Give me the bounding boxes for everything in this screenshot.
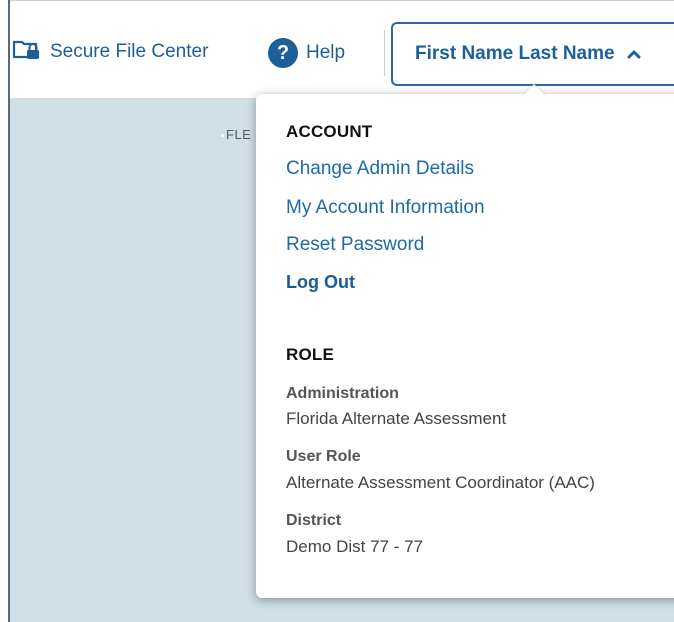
log-out-link[interactable]: Log Out [286,272,355,293]
account-section-title: ACCOUNT [286,122,373,141]
app-frame: FLE Secure File Center ? Help First Name… [0,0,674,622]
user-menu-button[interactable]: First Name Last Name [391,22,674,86]
background-label: FLE [226,127,252,142]
administration-value: Florida Alternate Assessment [286,409,507,428]
secure-file-center-link[interactable]: Secure File Center [12,38,208,66]
my-account-information-link[interactable]: My Account Information [286,197,485,219]
user-name-label: First Name Last Name [415,43,615,64]
secure-file-center-label: Secure File Center [50,41,209,62]
user-role-value: Alternate Assessment Coordinator (AAC) [286,473,595,492]
header-divider [384,30,385,76]
folder-lock-icon [12,38,42,66]
chevron-up-icon [627,49,641,59]
question-circle-icon: ? [268,38,298,68]
district-label: District [286,512,342,529]
role-section-title: ROLE [286,345,335,364]
reset-password-link[interactable]: Reset Password [286,234,424,256]
help-label: Help [306,42,346,63]
decorative-dot [221,134,224,137]
help-link[interactable]: ? Help [268,38,345,68]
dropdown-caret [522,84,546,96]
district-value: Demo Dist 77 - 77 [286,537,423,556]
administration-label: Administration [286,385,399,402]
user-role-label: User Role [286,448,361,465]
change-admin-details-link[interactable]: Change Admin Details [286,158,474,180]
